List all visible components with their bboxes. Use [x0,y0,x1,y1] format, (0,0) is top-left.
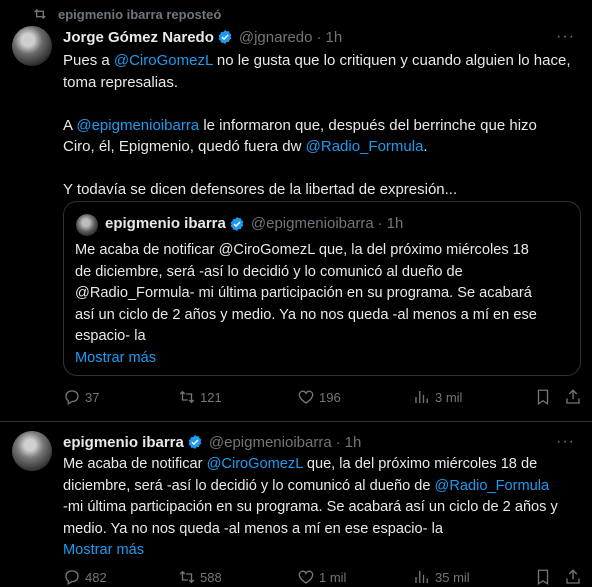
author-handle[interactable]: @jgnaredo [239,29,313,46]
like-icon [298,390,314,404]
like-button[interactable]: 196 [297,388,341,406]
views-button[interactable]: 35 mil [413,568,470,586]
repost-label: epigmenio ibarra reposteó [58,6,222,22]
show-more-link[interactable]: Mostrar más [63,540,583,562]
retweet-button[interactable]: 588 [178,568,222,586]
more-options-icon[interactable]: ··· [556,433,575,451]
text-segment: Ciro, él, Epigmenio, quedó fuera dw [63,138,306,155]
reply-button[interactable]: 482 [63,568,107,586]
separator-dot: · [377,215,383,232]
text-segment: . [423,138,428,155]
avatar[interactable] [12,26,52,66]
share-icon[interactable] [564,568,582,586]
reply-icon [65,390,79,405]
retweet-count: 121 [200,389,222,405]
repost-icon [34,9,46,19]
quote-author-name: epigmenio ibarra [105,215,226,232]
verified-badge-icon [218,30,232,44]
reply-button[interactable]: 37 [63,388,99,406]
tweet2-header: epigmenio ibarra @epigmenioibarra · 1h [63,432,361,452]
text-segment: le informaron que, después del berrinche… [199,116,537,134]
reply-count: 37 [85,389,100,405]
avatar[interactable] [12,431,52,471]
verified-badge-icon [188,435,202,449]
share-icon[interactable] [564,388,582,406]
retweet-button[interactable]: 121 [178,388,222,406]
more-options-icon[interactable]: ··· [556,28,575,46]
view-count: 35 mil [435,569,470,585]
author-name[interactable]: epigmenio ibarra [63,434,184,451]
reply-icon [65,570,79,585]
mention-link[interactable]: @Radio_Formula [306,138,424,155]
mention-link[interactable]: @Radio_Formula [435,478,550,494]
quoted-tweet[interactable]: epigmenio ibarra @epigmenioibarra · 1h M… [63,201,581,376]
quote-line: así un ciclo de 2 años y medio. Ya no no… [75,306,537,323]
show-more-link[interactable]: Mostrar más [75,348,575,370]
tweet1-body: Pues a @CiroGomezL no le gusta que lo cr… [63,50,583,201]
retweet-icon [179,570,195,584]
quote-line: @Radio_Formula- mi última participación … [75,285,532,301]
reply-count: 482 [85,569,107,585]
retweet-icon [179,390,195,404]
text-segment: A [63,116,77,134]
separator-dot: · [316,28,322,46]
text-segment: Pues a [63,52,114,69]
author-name[interactable]: Jorge Gómez Naredo [63,29,214,46]
text-segment: diciembre, será -así lo decidió y lo com… [63,477,435,494]
tweet2-body: Me acaba de notificar @CiroGomezL que, l… [63,454,583,562]
views-button[interactable]: 3 mil [413,388,462,406]
text-segment: Me acaba de notificar [63,456,207,472]
text-segment: -mi última participación en su programa.… [63,499,558,515]
verified-badge-icon [230,216,244,231]
quote-body: Me acaba de notificar @CiroGomezL que, l… [75,240,575,369]
view-count: 3 mil [435,389,463,405]
bookmark-icon[interactable] [534,568,552,586]
text-segment: toma represalias. [63,73,179,91]
mention-link[interactable]: @CiroGomezL [207,456,303,472]
mention-link[interactable]: @epigmenioibarra [76,117,199,134]
separator-dot: · [335,433,341,451]
views-icon [415,571,428,583]
tweet1-header: Jorge Gómez Naredo @jgnaredo · 1h [63,27,342,47]
text-segment: no le gusta que lo critiquen y cuando al… [212,52,571,69]
quote-line: Me acaba de notificar @CiroGomezL que, l… [75,242,529,258]
like-count: 1 mil [319,569,347,585]
quote-author-handle: @epigmenioibarra [250,215,374,232]
repost-header[interactable]: epigmenio ibarra reposteó [32,4,221,24]
like-icon [298,570,314,584]
mention-link[interactable]: @CiroGomezL [114,52,213,69]
timestamp[interactable]: 1h [325,29,342,46]
like-count: 196 [319,389,341,405]
quote-avatar [76,214,98,236]
text-segment: Y todavía se dicen defensores de la libe… [63,181,458,198]
like-button[interactable]: 1 mil [297,568,346,586]
quote-header: epigmenio ibarra @epigmenioibarra · 1h [105,215,403,232]
tweet-divider [0,421,592,422]
quote-line: de diciembre, será -así lo decidió y lo … [75,263,463,280]
bookmark-icon[interactable] [534,388,552,406]
retweet-count: 588 [200,569,222,585]
author-handle[interactable]: @epigmenioibarra [209,434,332,451]
quote-timestamp: 1h [386,215,404,232]
quote-line: espacio- la [75,328,146,344]
text-segment: que, la del próximo miércoles 18 de [302,456,538,472]
timestamp[interactable]: 1h [345,434,362,451]
views-icon [415,391,428,403]
text-segment: medio. Ya no nos queda -al menos a mí en… [63,520,443,537]
